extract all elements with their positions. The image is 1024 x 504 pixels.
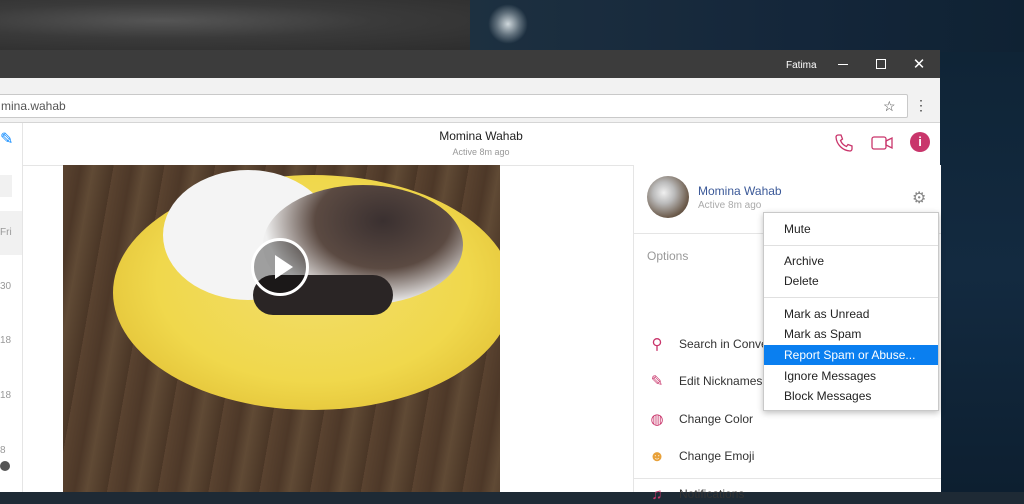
menu-item-mark-as-spam[interactable]: Mark as Spam (764, 324, 938, 344)
play-icon (275, 255, 293, 279)
option-label: Notifications (679, 487, 745, 501)
option-change-emoji[interactable]: ☻ Change Emoji (647, 446, 754, 466)
avatar[interactable] (647, 176, 689, 218)
bell-icon: ♫ (651, 485, 663, 503)
menu-item-archive[interactable]: Archive (764, 251, 938, 271)
divider (634, 478, 941, 479)
option-label: Search in Conve (679, 337, 768, 351)
gear-icon[interactable]: ⚙ (912, 188, 926, 208)
emoji-icon: ☻ (649, 447, 665, 465)
search-icon: ⚲ (651, 336, 663, 353)
profile-name-label[interactable]: Fatima (786, 60, 817, 71)
option-notifications[interactable]: ♫ Notifications (647, 484, 744, 504)
close-window-button[interactable]: ✕ (904, 52, 934, 76)
menu-item-report-spam-or-abuse[interactable]: Report Spam or Abuse... (764, 345, 938, 365)
conversation-header: Momina Wahab Active 8m ago i (22, 123, 940, 166)
menu-separator (764, 297, 938, 298)
address-bar[interactable]: mina.wahab ☆ (0, 94, 908, 118)
menu-item-block-messages[interactable]: Block Messages (764, 386, 938, 406)
menu-separator (764, 245, 938, 246)
conversation-time: 18 (0, 335, 12, 346)
close-icon: ✕ (912, 56, 926, 73)
menu-item-mark-as-unread[interactable]: Mark as Unread (764, 304, 938, 324)
browser-toolbar: mina.wahab ☆ ⋮ (0, 78, 940, 123)
palette-icon: ◍ (650, 411, 664, 428)
conversation-list: ✎ Fri 30 18 18 8 (0, 123, 23, 492)
avatar (0, 461, 10, 471)
pencil-icon: ✎ (650, 373, 664, 390)
menu-item-ignore-messages[interactable]: Ignore Messages (764, 366, 938, 386)
conversation-title: Momina Wahab (439, 129, 523, 143)
wallpaper-water-right (940, 52, 1024, 492)
option-label: Change Color (679, 412, 754, 426)
conversation-time: 30 (0, 281, 12, 292)
minimize-icon (838, 63, 848, 65)
conversation-status: Active 8m ago (452, 147, 510, 157)
maximize-button[interactable] (866, 52, 896, 76)
url-text: mina.wahab (1, 99, 66, 113)
conversation-time: Fri (0, 227, 12, 238)
conversation-time: 8 (0, 445, 6, 456)
option-label: Change Emoji (679, 449, 755, 463)
options-heading: Options (647, 249, 689, 263)
conversation-time: 18 (0, 390, 12, 401)
video-call-icon[interactable] (870, 133, 894, 153)
option-edit-nicknames[interactable]: ✎ Edit Nicknames (647, 371, 763, 391)
option-label: Edit Nicknames (679, 374, 763, 388)
video-thumbnail[interactable] (63, 165, 500, 492)
option-search-in-conversation[interactable]: ⚲ Search in Conve (647, 334, 768, 354)
wallpaper-water (470, 0, 1024, 52)
phone-icon[interactable] (834, 133, 854, 153)
compose-icon[interactable]: ✎ (0, 129, 13, 149)
search-box-edge[interactable] (0, 175, 12, 197)
option-change-color[interactable]: ◍ Change Color (647, 409, 753, 429)
title-bar: Fatima ✕ (0, 50, 940, 78)
menu-item-delete[interactable]: Delete (764, 271, 938, 291)
minimize-button[interactable] (828, 52, 858, 76)
wallpaper-rocks (0, 0, 540, 52)
profile-name[interactable]: Momina Wahab (698, 184, 782, 198)
wallpaper-foam (488, 4, 528, 44)
menu-item-mute[interactable]: Mute (764, 219, 938, 239)
bookmark-star-icon[interactable]: ☆ (883, 98, 896, 115)
conversation-settings-menu: Mute Archive Delete Mark as Unread Mark … (763, 212, 939, 411)
profile-status: Active 8m ago (698, 200, 762, 211)
play-button[interactable] (251, 238, 309, 296)
info-icon[interactable]: i (910, 132, 930, 152)
browser-menu-icon[interactable]: ⋮ (914, 98, 928, 112)
maximize-icon (876, 59, 886, 69)
